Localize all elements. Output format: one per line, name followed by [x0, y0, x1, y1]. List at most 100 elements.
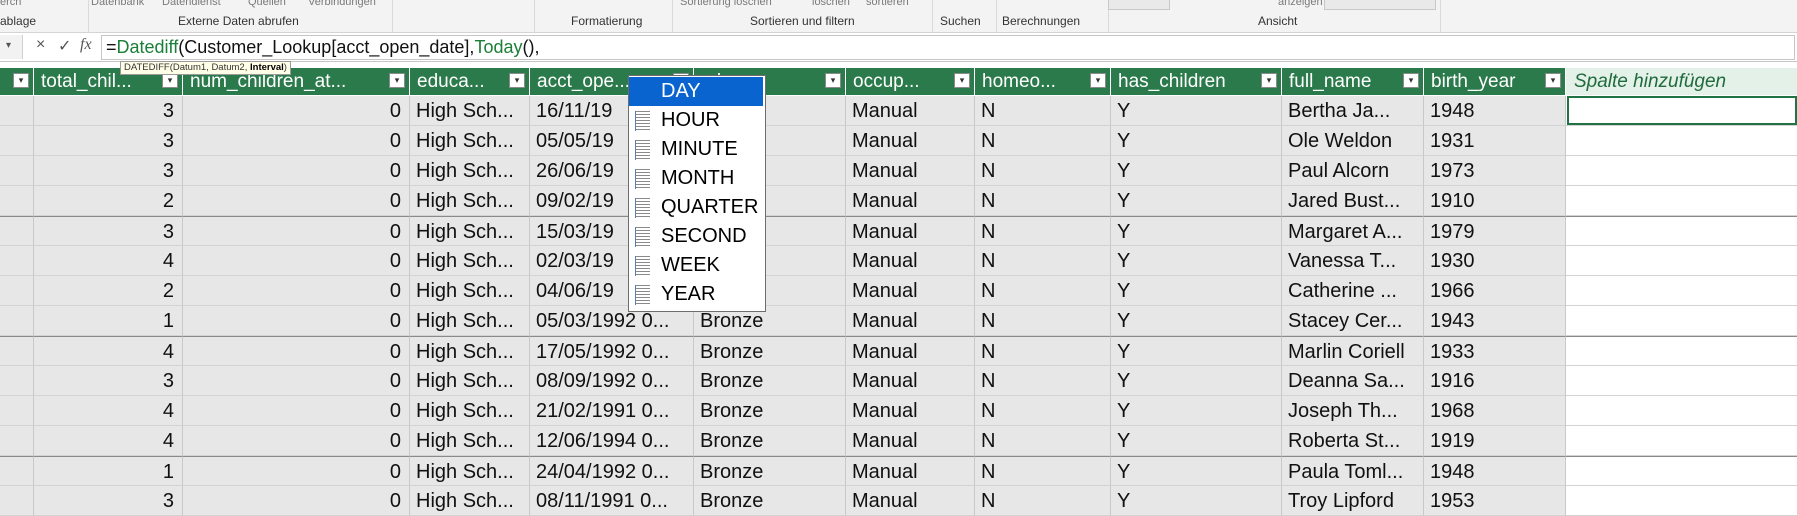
cell-total-children[interactable]: 2	[34, 276, 183, 306]
cell-full-name[interactable]: Paula Toml...	[1282, 456, 1424, 486]
row-selector[interactable]	[0, 396, 34, 426]
row-selector[interactable]	[0, 156, 34, 186]
cell-homeowner[interactable]: N	[975, 366, 1111, 396]
add-column-header[interactable]: Spalte hinzufügen	[1566, 68, 1797, 95]
cell-homeowner[interactable]: N	[975, 276, 1111, 306]
ribbon-quellen-button[interactable]: Quellen	[248, 0, 286, 8]
cell-acct-open-date[interactable]: 08/11/1991 0...	[530, 486, 694, 516]
row-selector[interactable]	[0, 486, 34, 516]
cell-occupation[interactable]: Manual	[846, 366, 975, 396]
cell-total-children[interactable]: 3	[34, 486, 183, 516]
cell-full-name[interactable]: Margaret A...	[1282, 216, 1424, 246]
cell-total-children[interactable]: 3	[34, 366, 183, 396]
cell-occupation[interactable]: Manual	[846, 426, 975, 456]
cell-has-children[interactable]: Y	[1111, 216, 1282, 246]
cell-has-children[interactable]: Y	[1111, 486, 1282, 516]
cell-education[interactable]: High Sch...	[410, 246, 530, 276]
cell-has-children[interactable]: Y	[1111, 396, 1282, 426]
cell-birth-year[interactable]: 1968	[1424, 396, 1566, 426]
cell-education[interactable]: High Sch...	[410, 216, 530, 246]
cell-full-name[interactable]: Roberta St...	[1282, 426, 1424, 456]
cell-total-children[interactable]: 4	[34, 396, 183, 426]
cell-full-name[interactable]: Troy Lipford	[1282, 486, 1424, 516]
cancel-icon[interactable]: ×	[36, 36, 45, 54]
cell-acct-open-date[interactable]: 08/09/1992 0...	[530, 366, 694, 396]
cell-num-children-at-home[interactable]: 0	[183, 276, 410, 306]
cell-has-children[interactable]: Y	[1111, 336, 1282, 366]
cell-occupation[interactable]: Manual	[846, 96, 975, 126]
cell-total-children[interactable]: 3	[34, 126, 183, 156]
row-selector[interactable]	[0, 426, 34, 456]
cell-num-children-at-home[interactable]: 0	[183, 336, 410, 366]
cell-education[interactable]: High Sch...	[410, 126, 530, 156]
row-selector[interactable]	[0, 186, 34, 216]
cell-birth-year[interactable]: 1943	[1424, 306, 1566, 336]
cell-has-children[interactable]: Y	[1111, 246, 1282, 276]
cell-education[interactable]: High Sch...	[410, 276, 530, 306]
column-header-birth-year[interactable]: birth_year ▾	[1424, 68, 1566, 95]
cell-birth-year[interactable]: 1916	[1424, 366, 1566, 396]
cell-homeowner[interactable]: N	[975, 156, 1111, 186]
cell-new-column[interactable]	[1566, 246, 1797, 276]
cell-homeowner[interactable]: N	[975, 186, 1111, 216]
cell-acct-open-date[interactable]: 24/04/1992 0...	[530, 456, 694, 486]
cell-has-children[interactable]: Y	[1111, 96, 1282, 126]
cell-homeowner[interactable]: N	[975, 246, 1111, 276]
cell-new-column[interactable]	[1566, 276, 1797, 306]
ribbon-clear-button[interactable]: löschen	[812, 0, 850, 8]
cell-new-column[interactable]	[1566, 426, 1797, 456]
cell-birth-year[interactable]: 1948	[1424, 456, 1566, 486]
cell-birth-year[interactable]: 1973	[1424, 156, 1566, 186]
cell-occupation[interactable]: Manual	[846, 276, 975, 306]
cell-education[interactable]: High Sch...	[410, 426, 530, 456]
cell-homeowner[interactable]: N	[975, 486, 1111, 516]
autocomplete-item-second[interactable]: SECOND	[629, 222, 763, 251]
row-selector[interactable]	[0, 366, 34, 396]
cell-member-card[interactable]: Bronze	[694, 396, 846, 426]
cell-member-card[interactable]: Bronze	[694, 336, 846, 366]
cell-acct-open-date[interactable]: 17/05/1992 0...	[530, 336, 694, 366]
cell-education[interactable]: High Sch...	[410, 186, 530, 216]
cell-has-children[interactable]: Y	[1111, 456, 1282, 486]
cell-new-column[interactable]	[1566, 126, 1797, 156]
cell-total-children[interactable]: 4	[34, 246, 183, 276]
confirm-icon[interactable]: ✓	[58, 36, 71, 56]
row-selector[interactable]	[0, 216, 34, 246]
cell-total-children[interactable]: 2	[34, 186, 183, 216]
row-selector[interactable]	[0, 306, 34, 336]
cell-num-children-at-home[interactable]: 0	[183, 126, 410, 156]
filter-dropdown-icon[interactable]: ▾	[389, 73, 405, 88]
cell-num-children-at-home[interactable]: 0	[183, 366, 410, 396]
ribbon-sort-button[interactable]: sortieren	[866, 0, 909, 8]
filter-dropdown-icon[interactable]: ▾	[954, 73, 970, 88]
autocomplete-item-week[interactable]: WEEK	[629, 251, 763, 280]
cell-has-children[interactable]: Y	[1111, 276, 1282, 306]
cell-occupation[interactable]: Manual	[846, 216, 975, 246]
cell-homeowner[interactable]: N	[975, 396, 1111, 426]
cell-full-name[interactable]: Paul Alcorn	[1282, 156, 1424, 186]
cell-num-children-at-home[interactable]: 0	[183, 456, 410, 486]
cell-birth-year[interactable]: 1930	[1424, 246, 1566, 276]
cell-occupation[interactable]: Manual	[846, 486, 975, 516]
row-selector[interactable]	[0, 276, 34, 306]
cell-education[interactable]: High Sch...	[410, 156, 530, 186]
filter-dropdown-icon[interactable]: ▾	[162, 73, 178, 88]
row-selector[interactable]	[0, 126, 34, 156]
cell-total-children[interactable]: 3	[34, 96, 183, 126]
cell-birth-year[interactable]: 1933	[1424, 336, 1566, 366]
cell-education[interactable]: High Sch...	[410, 366, 530, 396]
cell-total-children[interactable]: 1	[34, 456, 183, 486]
filter-dropdown-icon[interactable]: ▾	[509, 73, 525, 88]
cell-occupation[interactable]: Manual	[846, 306, 975, 336]
cell-num-children-at-home[interactable]: 0	[183, 156, 410, 186]
column-header-full-name[interactable]: full_name ▾	[1282, 68, 1424, 95]
cell-num-children-at-home[interactable]: 0	[183, 246, 410, 276]
cell-homeowner[interactable]: N	[975, 96, 1111, 126]
filter-dropdown-icon[interactable]: ▾	[1090, 73, 1106, 88]
filter-dropdown-icon[interactable]: ▾	[825, 73, 841, 88]
cell-full-name[interactable]: Joseph Th...	[1282, 396, 1424, 426]
cell-occupation[interactable]: Manual	[846, 396, 975, 426]
autocomplete-item-month[interactable]: MONTH	[629, 164, 763, 193]
cell-acct-open-date[interactable]: 12/06/1994 0...	[530, 426, 694, 456]
cell-full-name[interactable]: Ole Weldon	[1282, 126, 1424, 156]
